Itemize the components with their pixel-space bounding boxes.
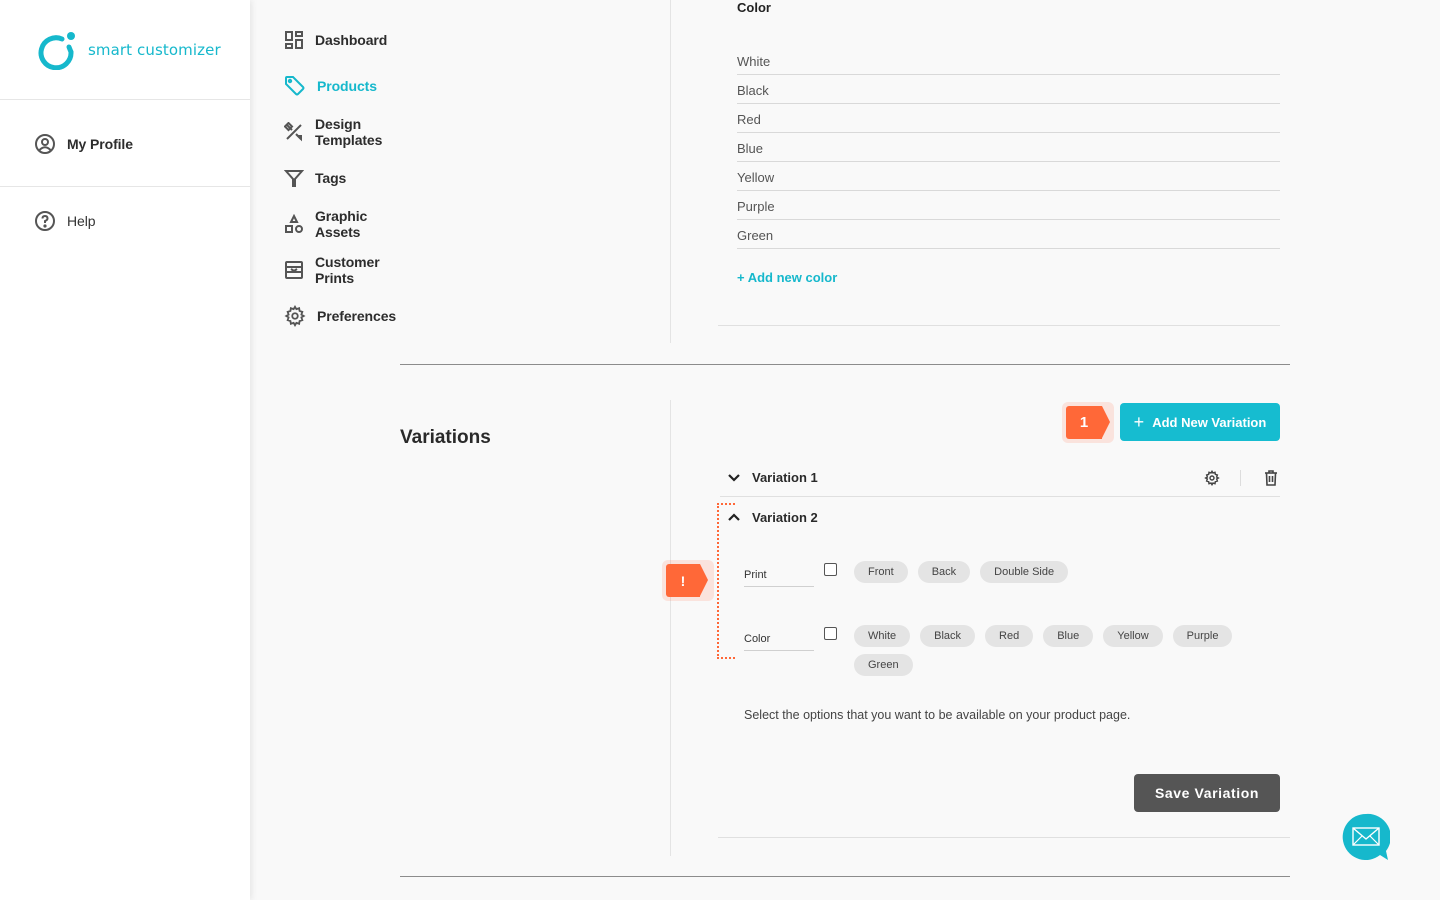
color-option-title: Color [737, 0, 771, 15]
add-new-variation-label: Add New Variation [1152, 414, 1267, 430]
sidebar-item-dashboard[interactable]: Dashboard [250, 17, 387, 63]
design-tools-icon [284, 121, 304, 143]
chevron-down-icon[interactable] [727, 471, 741, 485]
option-chip[interactable]: Front [854, 561, 908, 583]
option-chip[interactable]: Yellow [1103, 625, 1163, 647]
step-badge: 1 [1062, 402, 1114, 443]
option-label: Color [744, 633, 814, 651]
sidebar-item-label: Dashboard [315, 32, 388, 48]
trash-icon[interactable] [1262, 469, 1280, 487]
color-value-row[interactable]: Red [737, 104, 1280, 133]
option-chips: White Black Red Blue Yellow Purple Green [854, 625, 1254, 683]
warning-badge: ! [662, 560, 714, 601]
column-divider [670, 400, 671, 856]
filter-icon [284, 167, 304, 189]
section-divider [400, 876, 1290, 877]
sidebar-item-customer-prints[interactable]: Customer Prints [250, 247, 380, 293]
sidebar: smart customizer My Profile Dashboard Pr… [0, 0, 396, 900]
variation-label: Variation 2 [752, 509, 818, 525]
gear-icon[interactable] [1203, 469, 1221, 487]
option-checkbox[interactable] [824, 627, 837, 640]
variation-option-row-color: Color White Black Red Blue Yellow Purple… [744, 625, 1284, 683]
sidebar-item-label: Graphic Assets [315, 208, 368, 240]
divider [718, 325, 1280, 326]
option-chip[interactable]: Double Side [980, 561, 1069, 583]
plus-icon: + [1133, 411, 1145, 432]
option-chip[interactable]: White [854, 625, 911, 647]
divider [718, 837, 1290, 838]
option-chip[interactable]: Back [917, 561, 971, 583]
sidebar-item-label: Products [317, 78, 377, 94]
option-chip[interactable]: Black [920, 625, 976, 647]
variation-option-row-print: Print Front Back Double Side [744, 561, 1284, 590]
brand-name: smart customizer [88, 40, 221, 59]
variation-hint-text: Select the options that you want to be a… [744, 708, 1131, 722]
mail-chat-icon [1342, 813, 1391, 860]
sidebar-item-label: Customer Prints [315, 254, 380, 286]
chat-button[interactable] [1342, 813, 1391, 861]
tag-icon [284, 75, 306, 97]
sidebar-item-preferences[interactable]: Preferences [250, 293, 396, 339]
user-circle-icon [34, 133, 56, 155]
profile-group: My Profile [0, 100, 250, 187]
sidebar-item-help[interactable]: Help [0, 209, 250, 233]
sidebar-item-label: Help [67, 213, 96, 229]
add-new-color-link[interactable]: + Add new color [737, 270, 837, 285]
section-divider [400, 364, 1290, 365]
divider [1240, 470, 1241, 486]
option-chips: Front Back Double Side [854, 561, 1274, 590]
logo-icon [36, 30, 76, 70]
save-variation-button[interactable]: Save Variation [1134, 774, 1280, 812]
highlight-bracket [717, 503, 735, 659]
sidebar-item-my-profile[interactable]: My Profile [0, 132, 250, 156]
sidebar-item-label: My Profile [67, 136, 133, 152]
sidebar-item-products[interactable]: Products [250, 63, 377, 109]
shapes-icon [284, 213, 304, 235]
variation-row[interactable]: Variation 1 [720, 459, 1280, 497]
variations-heading: Variations [400, 427, 491, 448]
color-value-row[interactable]: White [737, 46, 1280, 75]
option-chip[interactable]: Blue [1043, 625, 1094, 647]
sidebar-item-tags[interactable]: Tags [250, 155, 346, 201]
option-chip[interactable]: Green [854, 654, 913, 676]
help-group: Help [0, 187, 250, 233]
sidebar-item-graphic-assets[interactable]: Graphic Assets [250, 201, 367, 247]
gear-icon [284, 305, 306, 327]
option-label: Print [744, 569, 814, 587]
color-value-row[interactable]: Blue [737, 133, 1280, 162]
sidebar-item-design-templates[interactable]: Design Templates [250, 109, 382, 155]
color-value-row[interactable]: Black [737, 75, 1280, 104]
option-chip[interactable]: Purple [1172, 625, 1233, 647]
logo[interactable]: smart customizer [0, 0, 250, 100]
main-content: Color White Black Red Blue Yellow Purple… [250, 0, 1440, 900]
sidebar-item-label: Preferences [317, 308, 397, 324]
option-chip[interactable]: Red [985, 625, 1034, 647]
add-new-variation-button[interactable]: + Add New Variation [1120, 403, 1280, 441]
color-value-row[interactable]: Yellow [737, 162, 1280, 191]
variation-label: Variation 1 [752, 470, 818, 485]
color-value-row[interactable]: Purple [737, 191, 1280, 220]
column-divider [670, 0, 671, 343]
sidebar-item-label: Design Templates [315, 116, 383, 148]
sidebar-item-label: Tags [315, 170, 347, 186]
color-values-list: White Black Red Blue Yellow Purple Green [737, 46, 1280, 249]
variation-actions [1203, 459, 1280, 497]
dashboard-icon [284, 29, 304, 51]
option-checkbox[interactable] [824, 563, 837, 576]
help-circle-icon [34, 210, 56, 232]
variation-row[interactable]: Variation 2 [720, 498, 1280, 536]
color-value-row[interactable]: Green [737, 220, 1280, 249]
prints-icon [284, 259, 304, 281]
